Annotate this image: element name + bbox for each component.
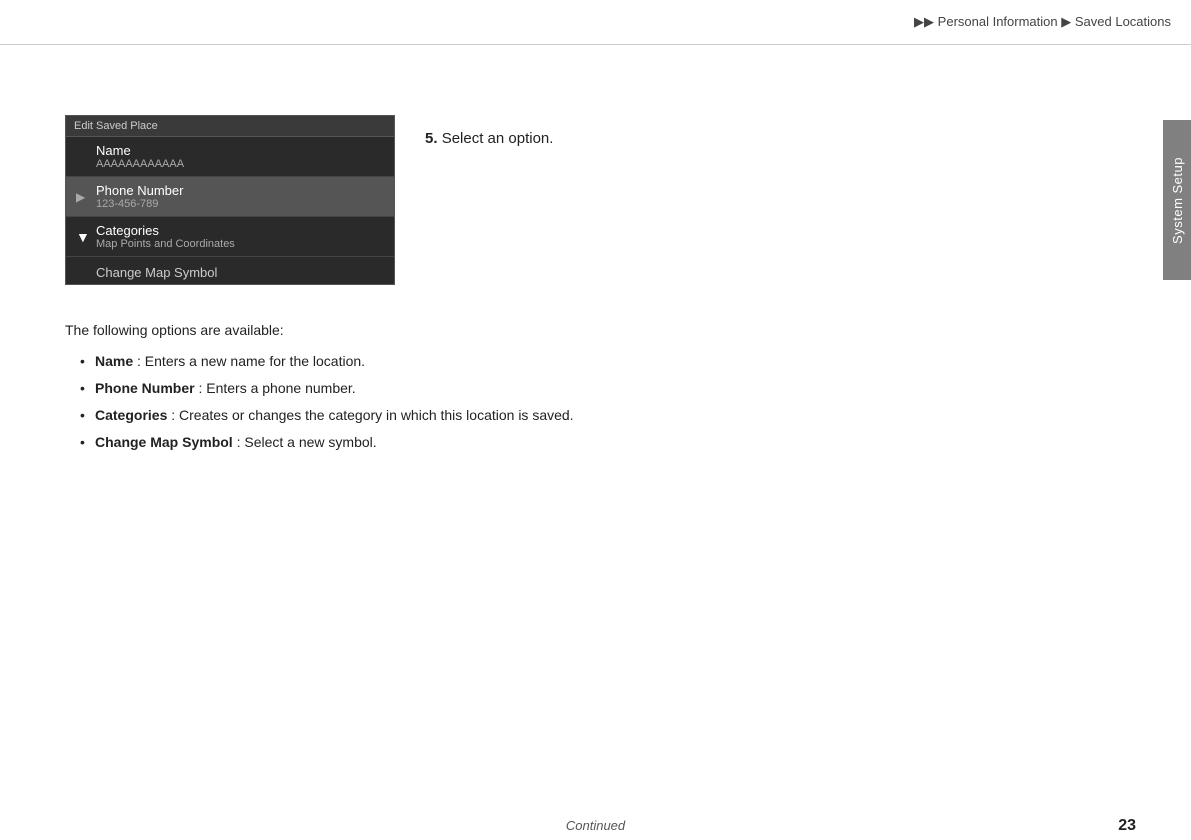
step-number: 5. [425, 130, 438, 147]
desc-categories: : Creates or changes the category in whi… [171, 407, 573, 423]
footer-continued: Continued [566, 818, 625, 833]
list-item: Phone Number : Enters a phone number. [80, 378, 1081, 399]
desc-phone: : Enters a phone number. [198, 380, 355, 396]
term-phone: Phone Number [95, 380, 195, 396]
bullet-list: Name : Enters a new name for the locatio… [65, 351, 1081, 453]
desc-change-map: : Select a new symbol. [237, 434, 377, 450]
step-text: Select an option. [442, 130, 554, 147]
device-categories-sub: Map Points and Coordinates [96, 238, 384, 250]
footer-page-number: 23 [1118, 817, 1136, 835]
sidebar-tab: System Setup [1163, 120, 1191, 280]
sidebar-tab-label: System Setup [1170, 157, 1185, 244]
breadcrumb-text: ▶▶ Personal Information ▶ Saved Location… [914, 14, 1171, 30]
device-title-bar: Edit Saved Place [66, 116, 394, 137]
breadcrumb-bar: ▶▶ Personal Information ▶ Saved Location… [0, 0, 1191, 45]
arrow-right-icon: ▶ [76, 190, 85, 204]
device-name-sub: AAAAAAAAAAAA [96, 158, 384, 170]
breadcrumb-part2: Saved Locations [1075, 14, 1171, 29]
device-change-map-label: Change Map Symbol [96, 265, 217, 280]
description-section: The following options are available: Nam… [65, 320, 1081, 459]
breadcrumb-arrows: ▶▶ [914, 14, 934, 29]
device-phone-item[interactable]: ▶ Phone Number 123-456-789 [66, 177, 394, 217]
device-name-item[interactable]: Name AAAAAAAAAAAA [66, 137, 394, 177]
term-name: Name [95, 353, 133, 369]
device-categories-title: Categories [96, 223, 384, 238]
device-change-map-item[interactable]: Change Map Symbol [66, 257, 394, 288]
step-instruction: 5. Select an option. [425, 130, 553, 147]
arrow-down-icon: ▼ [76, 229, 90, 245]
device-categories-item[interactable]: ▼ Categories Map Points and Coordinates [66, 217, 394, 257]
list-item: Change Map Symbol : Select a new symbol. [80, 432, 1081, 453]
device-screenshot: Edit Saved Place Name AAAAAAAAAAAA ▶ Pho… [65, 115, 395, 285]
device-phone-title: Phone Number [96, 183, 384, 198]
list-item: Categories : Creates or changes the cate… [80, 405, 1081, 426]
device-title: Edit Saved Place [74, 120, 158, 132]
breadcrumb-arrow2: ▶ [1061, 14, 1071, 29]
main-content: Edit Saved Place Name AAAAAAAAAAAA ▶ Pho… [55, 55, 1141, 810]
footer: Continued 23 [0, 810, 1191, 840]
term-categories: Categories [95, 407, 167, 423]
device-name-title: Name [96, 143, 384, 158]
breadcrumb-part1: Personal Information [938, 14, 1058, 29]
desc-name: : Enters a new name for the location. [137, 353, 365, 369]
description-intro: The following options are available: [65, 320, 1081, 341]
term-change-map: Change Map Symbol [95, 434, 233, 450]
list-item: Name : Enters a new name for the locatio… [80, 351, 1081, 372]
device-phone-sub: 123-456-789 [96, 198, 384, 210]
